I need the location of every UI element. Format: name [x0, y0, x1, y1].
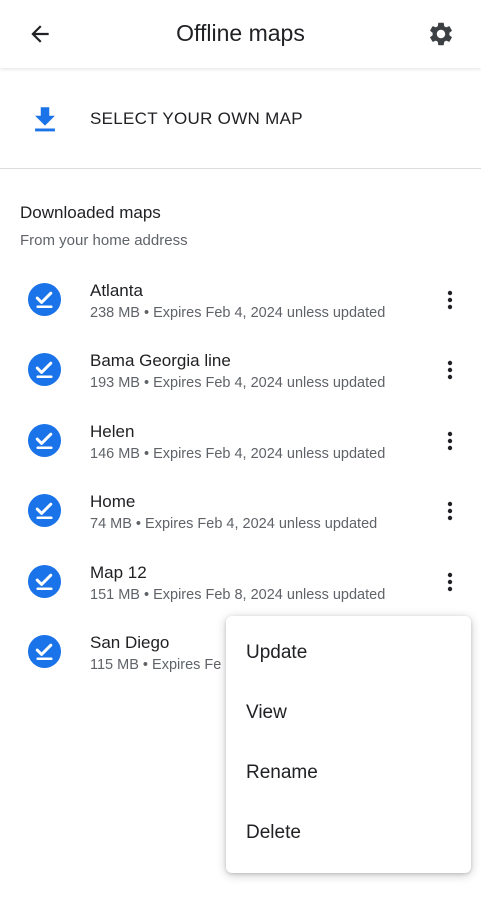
menu-item-update[interactable]: Update [226, 624, 471, 684]
menu-item-label: Update [246, 642, 308, 663]
map-details: 151 MB • Expires Feb 8, 2024 unless upda… [90, 586, 386, 603]
menu-item-delete[interactable]: Delete [226, 804, 471, 864]
list-item[interactable]: Atlanta 238 MB • Expires Feb 4, 2024 unl… [0, 268, 481, 338]
list-item[interactable]: Map 12 151 MB • Expires Feb 8, 2024 unle… [0, 550, 481, 620]
more-options-button[interactable] [436, 286, 464, 314]
more-options-button[interactable] [436, 497, 464, 525]
section-subtitle: From your home address [20, 232, 188, 249]
list-item[interactable]: Helen 146 MB • Expires Feb 4, 2024 unles… [0, 409, 481, 479]
list-item[interactable]: Bama Georgia line 193 MB • Expires Feb 4… [0, 338, 481, 408]
map-details: 238 MB • Expires Feb 4, 2024 unless upda… [90, 305, 386, 321]
more-options-button[interactable] [436, 568, 464, 596]
more-options-button[interactable] [436, 356, 464, 384]
menu-item-view[interactable]: View [226, 684, 471, 744]
settings-button[interactable] [424, 17, 458, 51]
map-name: Bama Georgia line [90, 351, 231, 371]
select-your-own-map-label: SELECT YOUR OWN MAP [90, 109, 303, 128]
select-your-own-map-button[interactable]: SELECT YOUR OWN MAP [0, 69, 481, 168]
map-name: San Diego [90, 632, 170, 652]
download-icon [35, 107, 55, 132]
map-name: Home [90, 492, 136, 512]
more-vert-icon [447, 501, 453, 521]
check-circle-icon [27, 564, 62, 598]
check-circle-icon [27, 634, 62, 668]
divider [0, 168, 481, 169]
check-circle-icon [27, 353, 62, 387]
map-name: Helen [90, 421, 135, 441]
gear-icon [430, 22, 452, 46]
menu-item-rename[interactable]: Rename [226, 744, 471, 804]
app-bar: Offline maps [0, 0, 481, 68]
map-details: 74 MB • Expires Feb 4, 2024 unless updat… [90, 516, 378, 533]
context-menu: Update View Rename Delete [226, 616, 471, 873]
map-details: 146 MB • Expires Feb 4, 2024 unless upda… [90, 445, 386, 462]
menu-item-label: Rename [246, 762, 318, 783]
more-vert-icon [447, 361, 453, 380]
page-title: Offline maps [176, 20, 305, 46]
map-details: 193 MB • Expires Feb 4, 2024 unless upda… [90, 375, 386, 392]
map-name: Atlanta [90, 281, 143, 300]
map-details: 115 MB • Expires Fe [90, 656, 222, 673]
more-vert-icon [447, 572, 453, 591]
check-circle-icon [27, 423, 62, 457]
map-name: Map 12 [90, 562, 147, 582]
check-circle-icon [27, 494, 62, 528]
more-options-button[interactable] [436, 427, 464, 455]
menu-item-label: View [246, 702, 287, 723]
more-vert-icon [447, 290, 453, 310]
menu-item-label: Delete [246, 822, 301, 843]
check-circle-icon [27, 282, 62, 317]
list-item[interactable]: Home 74 MB • Expires Feb 4, 2024 unless … [0, 479, 481, 549]
section-title: Downloaded maps [20, 203, 161, 222]
more-vert-icon [447, 431, 453, 450]
